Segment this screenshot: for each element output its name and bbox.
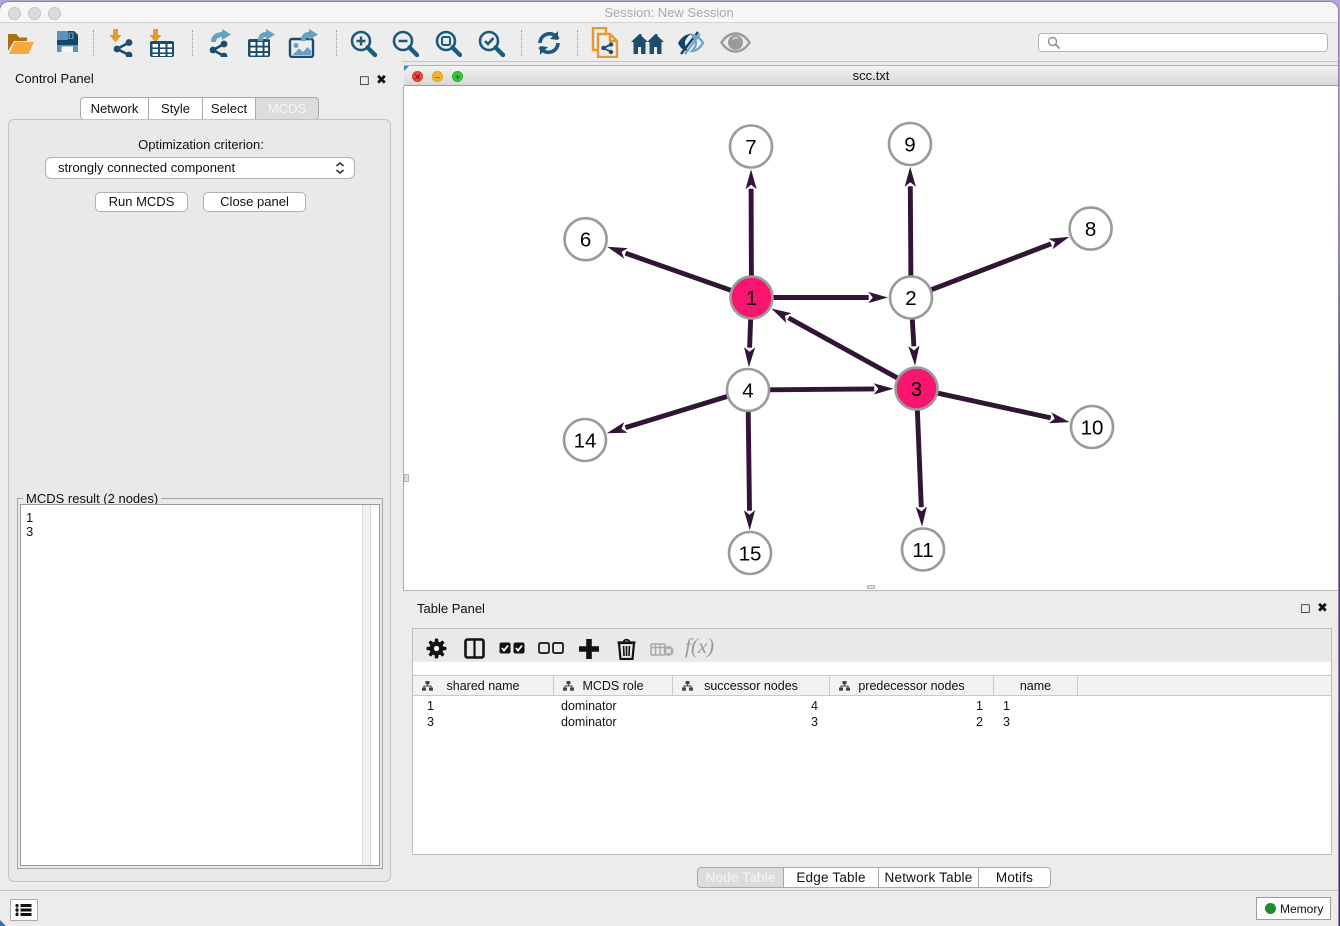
svg-text:3: 3 bbox=[911, 378, 922, 401]
svg-text:2: 2 bbox=[905, 287, 916, 310]
svg-text:6: 6 bbox=[580, 229, 591, 252]
svg-text:4: 4 bbox=[742, 380, 753, 403]
svg-text:9: 9 bbox=[904, 134, 915, 157]
svg-text:11: 11 bbox=[912, 539, 933, 562]
svg-text:15: 15 bbox=[739, 543, 762, 566]
svg-text:8: 8 bbox=[1085, 218, 1096, 241]
svg-text:14: 14 bbox=[574, 430, 597, 453]
svg-text:1: 1 bbox=[746, 287, 757, 310]
svg-text:10: 10 bbox=[1081, 417, 1104, 440]
svg-text:7: 7 bbox=[745, 136, 756, 159]
